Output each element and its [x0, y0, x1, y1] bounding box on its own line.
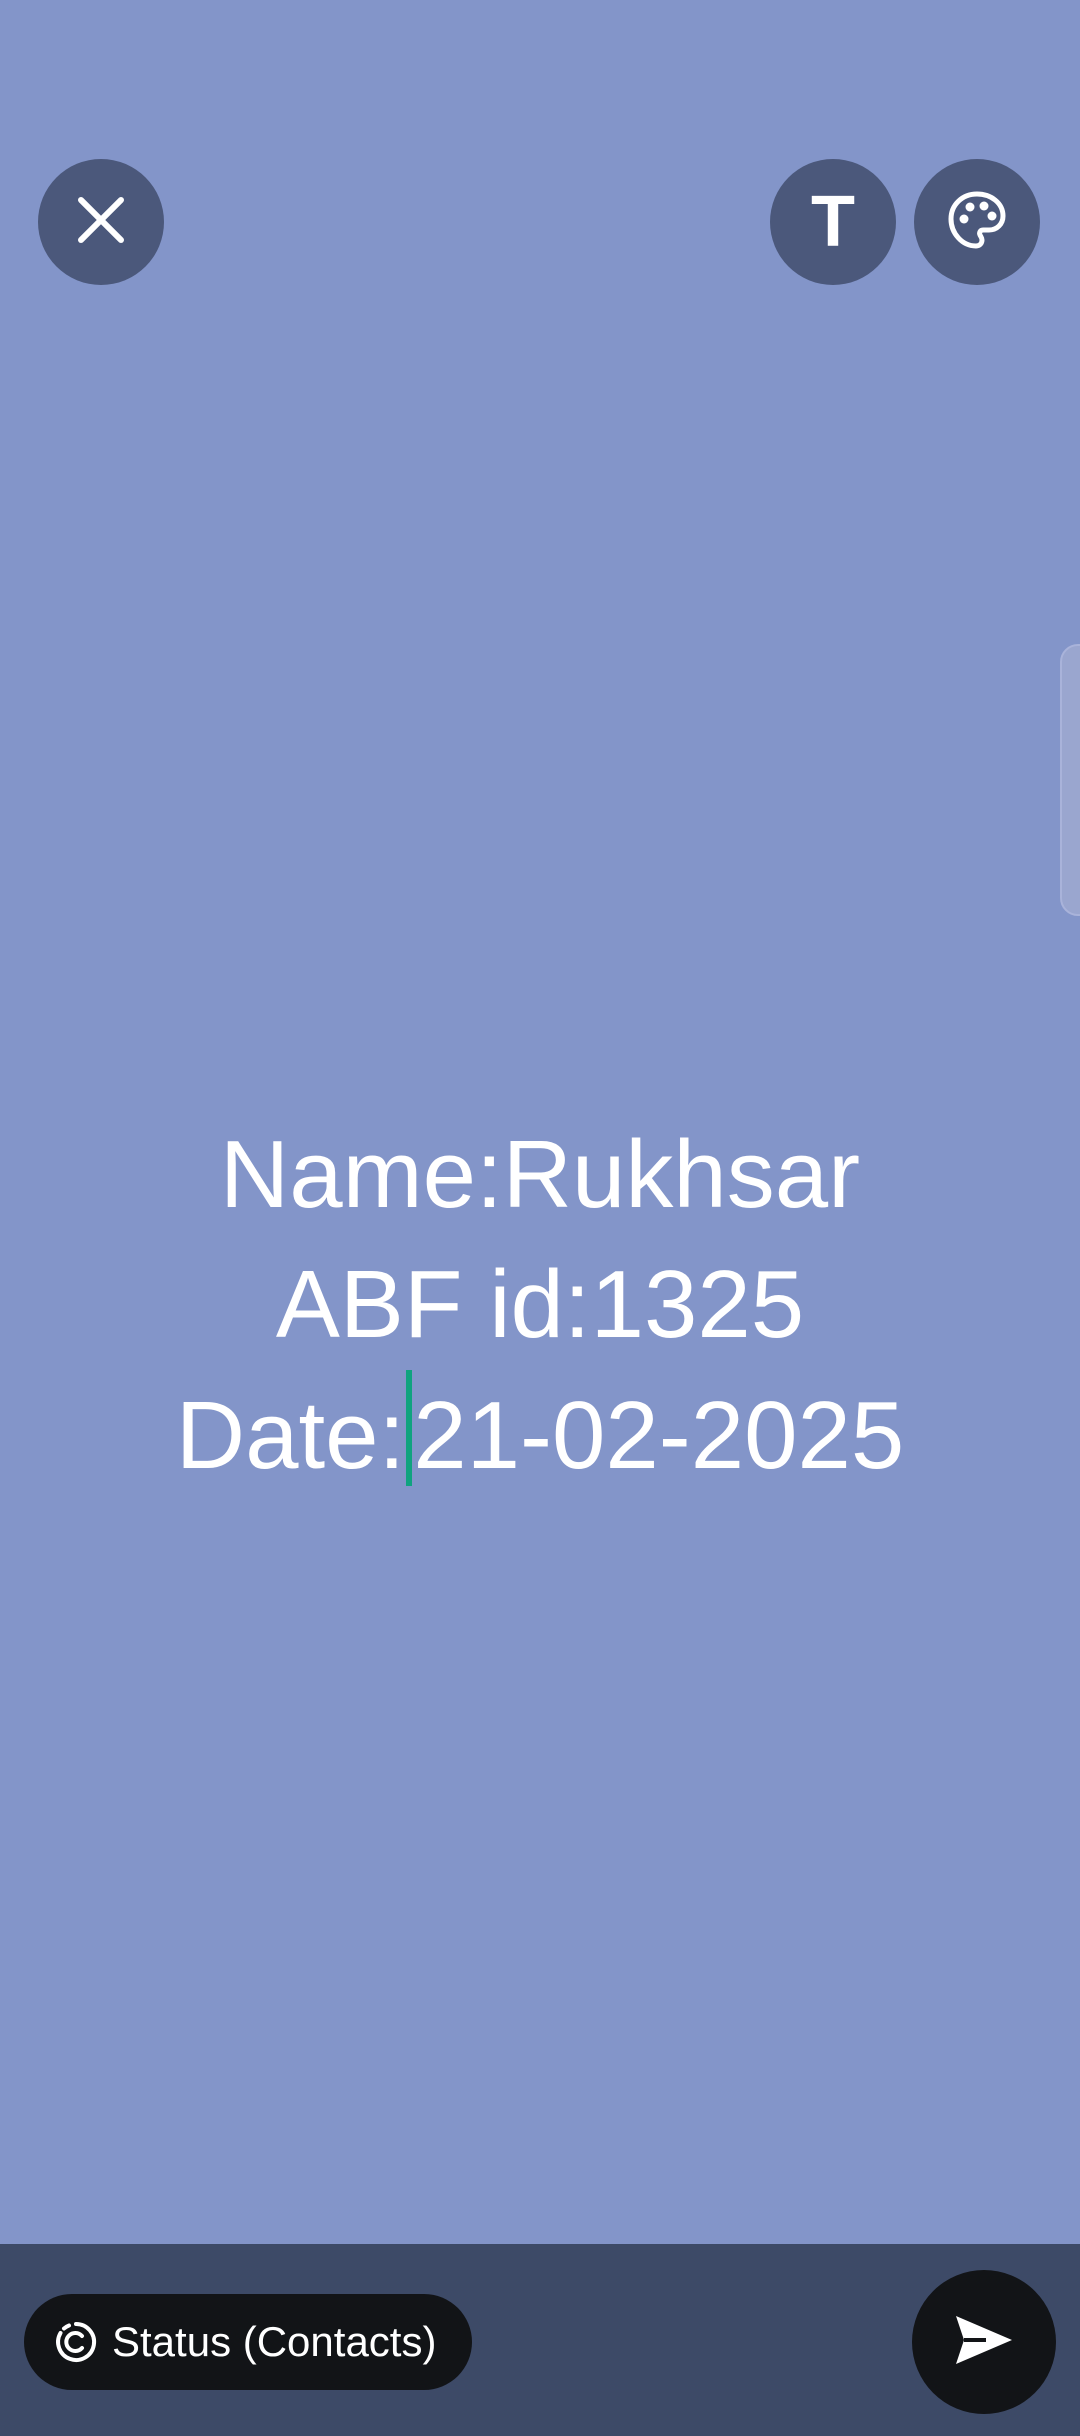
status-text-line: Name:Rukhsar: [219, 1121, 861, 1228]
send-icon: [952, 2312, 1016, 2373]
status-text-line: ABF id:1325: [275, 1251, 805, 1358]
font-size-slider-handle[interactable]: [1060, 644, 1080, 916]
text-style-icon: T: [811, 182, 855, 262]
status-text-line-part: Date:: [175, 1382, 406, 1489]
text-caret: [406, 1370, 413, 1486]
palette-icon: [945, 188, 1009, 257]
status-icon: [54, 2320, 98, 2364]
close-button[interactable]: [38, 159, 164, 285]
text-style-button[interactable]: T: [770, 159, 896, 285]
status-audience-label: Status (Contacts): [112, 2318, 437, 2365]
status-text-input[interactable]: Name:Rukhsar ABF id:1325 Date:21-02-2025: [0, 1110, 1080, 1501]
send-button[interactable]: [912, 2270, 1056, 2414]
close-icon: [73, 192, 129, 253]
status-text-canvas[interactable]: T Name:Rukhsar ABF id:1325 Date:21-02-20…: [0, 0, 1080, 2244]
status-text-line-part: 21-02-2025: [413, 1382, 905, 1489]
status-text-line: Date:21-02-2025: [0, 1370, 1080, 1501]
color-palette-button[interactable]: [914, 159, 1040, 285]
status-audience-button[interactable]: Status (Contacts): [24, 2294, 473, 2390]
bottom-bar: Status (Contacts): [0, 2244, 1080, 2436]
